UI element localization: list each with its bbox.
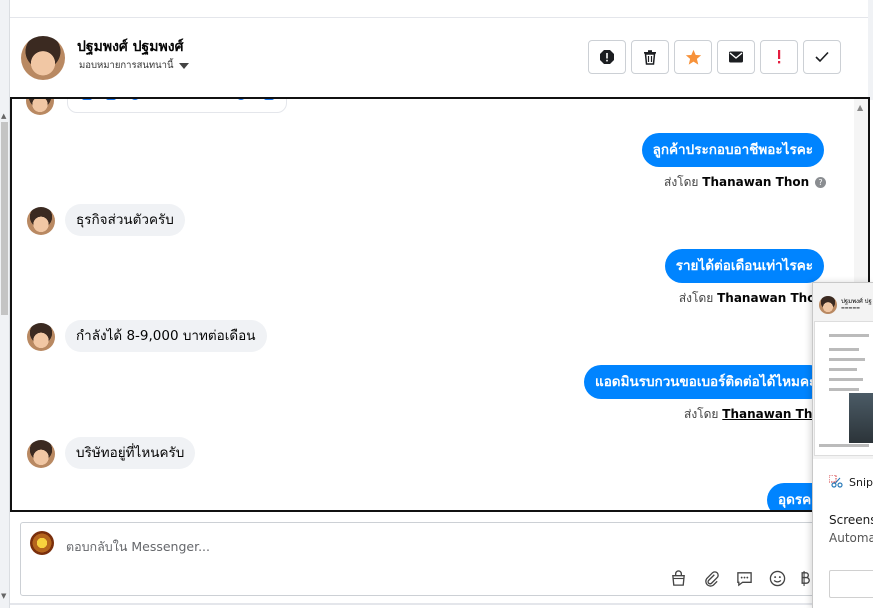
incoming-message[interactable]: กำลังได้ 8-9,000 บาทต่อเดือน (65, 320, 267, 352)
incoming-message[interactable]: บริษัทอยู่ที่ไหนครับ (65, 437, 196, 469)
trash-icon (644, 50, 656, 65)
follow-up-button[interactable] (760, 40, 798, 74)
messenger-inbox: ▲ ▼ ปฐมพงศ์ ปฐมพงศ์ มอบหมายการสนทนานี้ ล… (0, 0, 873, 608)
action-icon (264, 99, 274, 100)
check-icon (815, 51, 829, 63)
snip-notification[interactable]: ปฐมพงศ์ ปฐ ▬▬▬▬▬ Snip Screens Automa (812, 282, 873, 608)
contact-avatar-small (27, 323, 55, 351)
outgoing-message[interactable]: รายได้ต่อเดือนเท่าไรคะ (664, 249, 824, 283)
attachment-card[interactable] (67, 99, 287, 113)
snip-app-row: Snip (829, 475, 873, 489)
thumbnail-photo (849, 393, 873, 443)
thumbnail-line (829, 378, 863, 381)
action-icon (130, 99, 140, 100)
action-icon (236, 99, 246, 100)
help-icon[interactable]: ? (815, 177, 826, 188)
mark-spam-button[interactable] (588, 40, 626, 74)
conversation-actions (588, 40, 841, 74)
payment-button[interactable] (799, 567, 811, 589)
baht-icon (801, 570, 810, 586)
scroll-up-icon[interactable]: ▲ (857, 103, 863, 112)
thumbnail-line (829, 358, 865, 361)
mark-unread-button[interactable] (717, 40, 755, 74)
incoming-message[interactable]: ธุรกิจส่วนตัวครับ (65, 204, 185, 236)
right-scrollbar[interactable] (868, 0, 873, 100)
sent-by-label: ส่งโดย Thanawan Thon (679, 289, 824, 308)
contact-avatar-small (27, 440, 55, 468)
outgoing-message[interactable]: แอดมินรบกวนขอเบอร์ติดต่อได้ไหมคะ (584, 365, 828, 399)
contact-name[interactable]: ปฐมพงศ์ ปฐมพงศ์ (77, 36, 183, 58)
composer-tools (667, 567, 811, 589)
divider (10, 603, 820, 605)
saved-replies-button[interactable] (733, 567, 755, 589)
thumbnail-line (829, 348, 859, 351)
assign-conversation-dropdown[interactable]: มอบหมายการสนทนานี้ (79, 58, 189, 73)
contact-avatar[interactable] (21, 36, 65, 80)
emoji-button[interactable] (766, 567, 788, 589)
message-thread[interactable]: ลูกค้าประกอบอาชีพอะไรคะ ส่งโดย Thanawan … (10, 97, 870, 512)
left-scrollbar[interactable]: ▲ ▼ (0, 0, 10, 608)
scroll-down-icon[interactable]: ▼ (1, 592, 6, 600)
sent-by-label: ส่งโดย Thanawan Thon (684, 405, 829, 424)
thumbnail-line (829, 334, 869, 337)
action-icon (106, 99, 116, 100)
reply-input[interactable]: ตอบกลับใน Messenger... (66, 537, 210, 557)
exclamation-icon (778, 50, 781, 64)
scroll-up-icon[interactable]: ▲ (1, 112, 6, 120)
snip-subtitle: Automa (829, 531, 873, 545)
thumbnail-sub: ▬▬▬▬▬ (841, 305, 860, 310)
thumbnail-line (829, 388, 859, 391)
sent-by-label: ส่งโดย Thanawan Thon ? (664, 173, 826, 192)
page-avatar (30, 531, 54, 555)
assign-label: มอบหมายการสนทนานี้ (79, 60, 174, 71)
scrollbar-thumb[interactable] (1, 122, 8, 315)
contact-avatar-small (26, 99, 54, 115)
action-icon (82, 99, 92, 100)
attach-button[interactable] (700, 567, 722, 589)
shop-button[interactable] (667, 567, 689, 589)
outgoing-message[interactable]: ลูกค้าประกอบอาชีพอะไรคะ (641, 133, 824, 167)
snip-app-name: Snip (849, 475, 873, 489)
mark-done-button[interactable] (803, 40, 841, 74)
thumbnail-line (819, 444, 869, 447)
sender-name[interactable]: Thanawan Thon (702, 175, 809, 189)
star-icon (685, 49, 701, 65)
sent-by-prefix: ส่งโดย (664, 175, 699, 189)
sent-by-prefix: ส่งโดย (678, 291, 714, 305)
shopping-bag-icon (671, 569, 685, 586)
conversation-header: ปฐมพงศ์ ปฐมพงศ์ มอบหมายการสนทนานี้ (10, 18, 868, 98)
snip-title: Screens (829, 513, 873, 527)
screenshot-thumbnail[interactable]: ปฐมพงศ์ ปฐ ▬▬▬▬▬ (813, 283, 873, 459)
thumbnail-avatar (819, 296, 837, 314)
sent-by-prefix: ส่งโดย (684, 407, 719, 421)
mail-icon (729, 51, 743, 63)
reply-composer[interactable]: ตอบกลับใน Messenger... (20, 522, 820, 596)
scissors-icon (829, 475, 843, 488)
spam-icon (600, 50, 614, 64)
delete-button[interactable] (631, 40, 669, 74)
sender-name[interactable]: Thanawan Thon (717, 291, 824, 305)
caret-down-icon (178, 62, 189, 69)
chat-bubble-icon (736, 571, 752, 586)
snip-action-button[interactable] (829, 570, 873, 598)
contact-avatar-small (27, 207, 55, 235)
paperclip-icon (704, 570, 719, 587)
star-button[interactable] (674, 40, 712, 74)
thumbnail-line (829, 368, 857, 371)
smiley-icon (769, 570, 785, 586)
